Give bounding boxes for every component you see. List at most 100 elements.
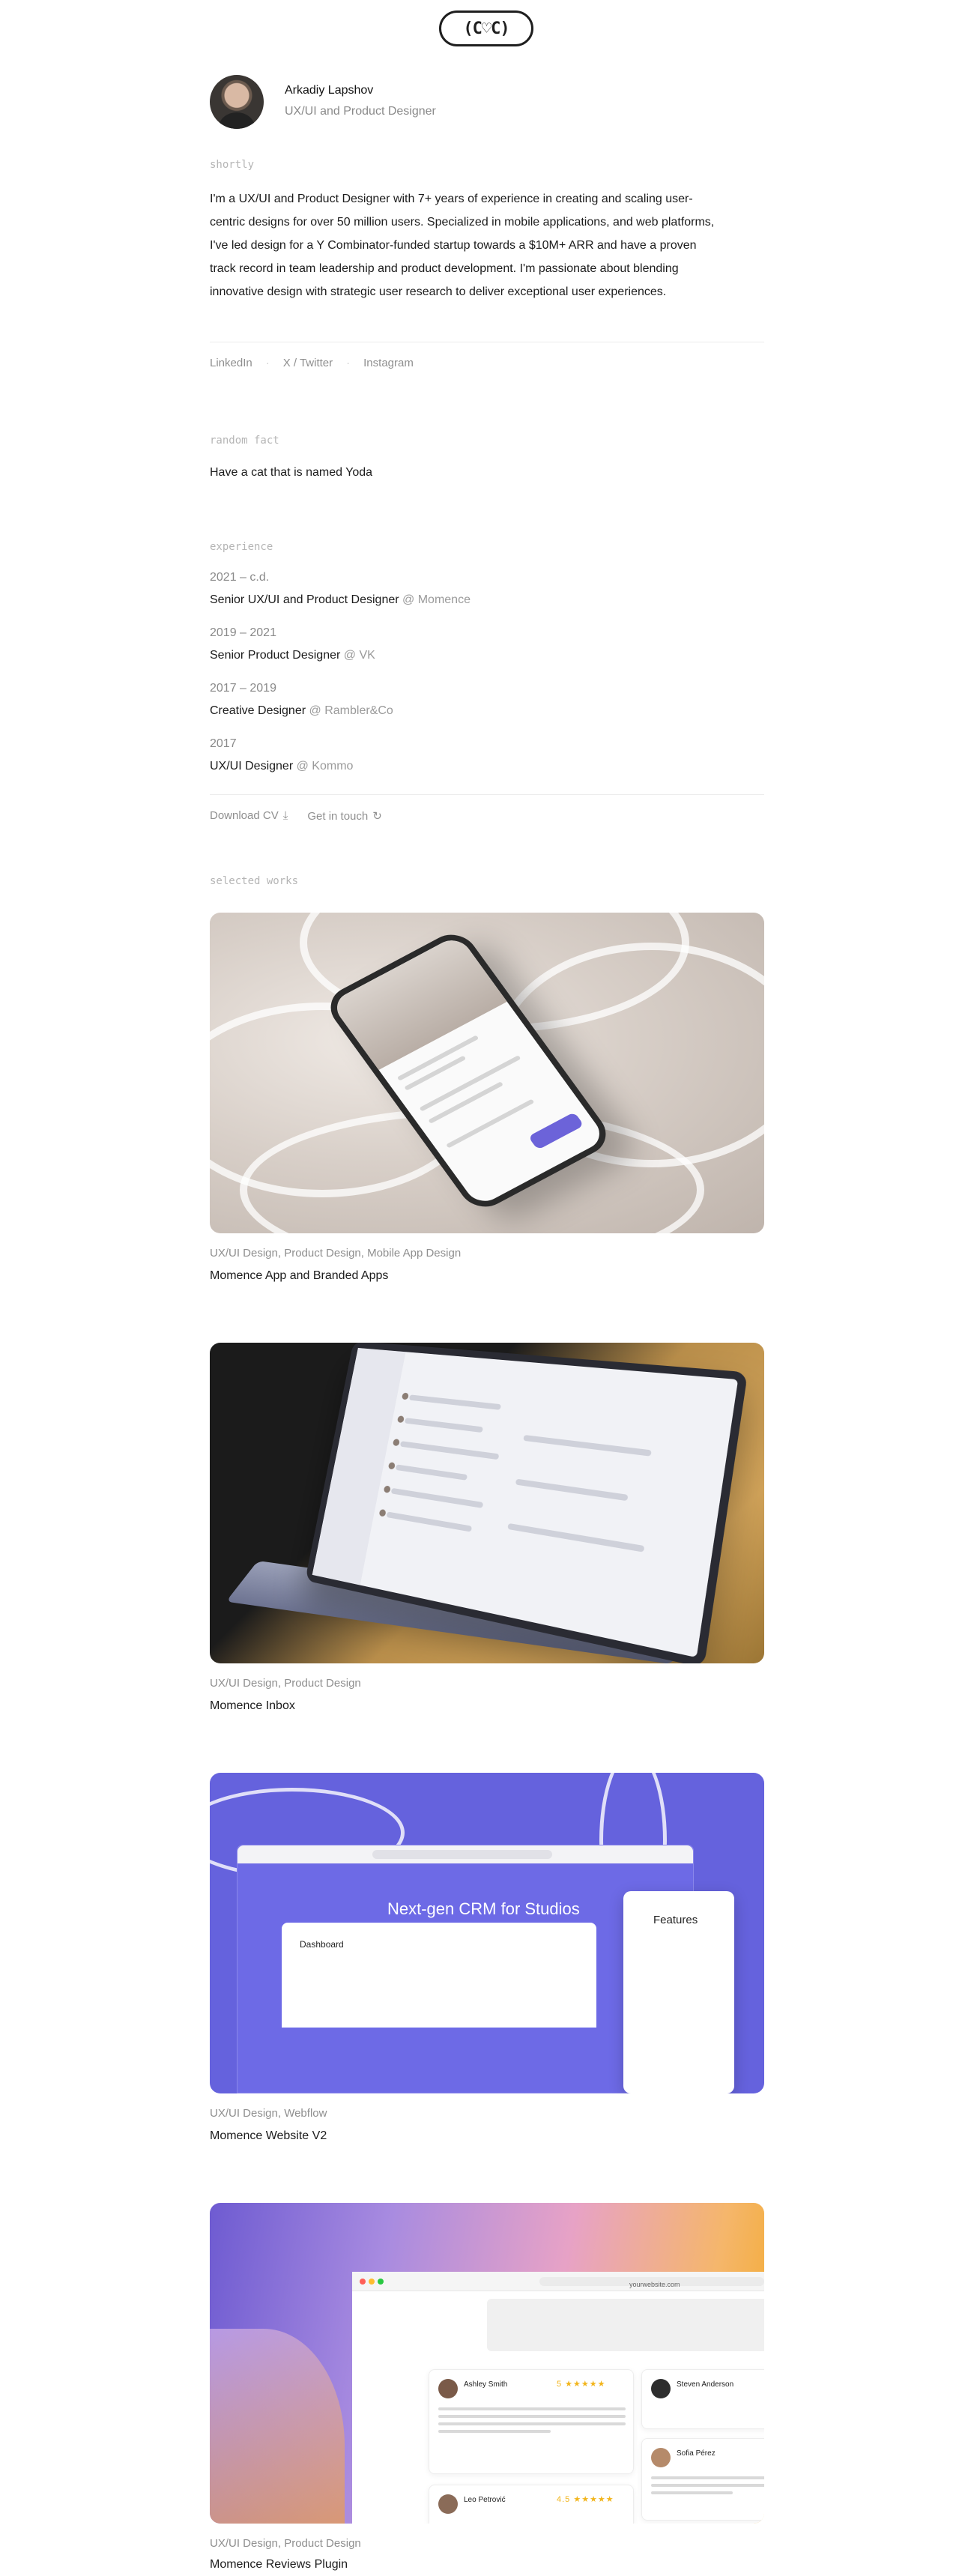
browser-url-bar: yourwebsite.com: [539, 2277, 764, 2288]
section-label-selected-works: selected works: [210, 875, 299, 887]
separator: ·: [265, 357, 270, 369]
cta-links: Download CV ⤓ Get in touch ↻: [210, 809, 382, 823]
job-company: @ Kommo: [296, 760, 354, 773]
decor-blob: [210, 2329, 345, 2524]
review-card: Steven Anderson: [641, 2369, 764, 2429]
review-text: [438, 2407, 626, 2437]
inbox-row: [390, 1487, 484, 1508]
inbox-row: [399, 1441, 500, 1460]
section-label-shortly: shortly: [210, 159, 255, 171]
job-title: Creative Designer @ Rambler&Co: [210, 704, 393, 718]
window-close-dot: [360, 2279, 366, 2285]
inbox-row: [404, 1418, 483, 1433]
download-cv-label: Download CV: [210, 809, 279, 822]
reviewer-avatar: [651, 2379, 671, 2398]
rating-stars: 5 ★★★★★: [557, 2380, 606, 2389]
website-headline: Next-gen CRM for Studios: [387, 1899, 580, 1918]
job-title: Senior UX/UI and Product Designer @ Mome…: [210, 593, 471, 607]
job-role: Creative Designer: [210, 704, 306, 717]
reviewer-name: Leo Petrović: [464, 2496, 506, 2504]
inbox-row: [408, 1394, 502, 1410]
inbox-avatar: [401, 1392, 409, 1400]
job-years: 2017: [210, 737, 237, 750]
browser-url-bar: [372, 1850, 552, 1859]
inbox-avatar: [392, 1439, 400, 1447]
job-role: UX/UI Designer: [210, 760, 294, 773]
work-title[interactable]: Momence Inbox: [210, 1699, 295, 1713]
inbox-row: [386, 1511, 473, 1532]
job-company: @ Rambler&Co: [309, 704, 393, 717]
site-logo[interactable]: (C♡C): [439, 10, 533, 46]
work-tags: UX/UI Design, Product Design, Mobile App…: [210, 1247, 462, 1260]
reviewer-name: Ashley Smith: [464, 2380, 508, 2389]
reviewer-avatar: [651, 2448, 671, 2467]
bio-text: I'm a UX/UI and Product Designer with 7+…: [210, 193, 715, 298]
social-links: LinkedIn · X / Twitter · Instagram: [210, 357, 414, 369]
inbox-avatar: [383, 1485, 391, 1493]
work-title[interactable]: Momence Website V2: [210, 2129, 327, 2143]
message-line: [507, 1523, 645, 1552]
job-title: Senior Product Designer @ VK: [210, 649, 375, 662]
window-max-dot: [378, 2279, 384, 2285]
download-icon: ⤓: [282, 809, 288, 822]
dashboard-mockup: Dashboard: [282, 1923, 596, 2028]
get-in-touch-link[interactable]: Get in touch ↻: [307, 809, 381, 823]
job-years: 2017 – 2019: [210, 682, 276, 695]
profile-role: UX/UI and Product Designer: [285, 105, 436, 118]
section-label-experience: experience: [210, 541, 273, 553]
divider: [210, 794, 764, 795]
work-card-momence-website[interactable]: Next-gen CRM for Studios Dashboard Featu…: [210, 1773, 764, 2093]
avatar: [210, 75, 264, 129]
profile-name: Arkadiy Lapshov: [285, 84, 374, 97]
rating-stars: 4.5 ★★★★★: [557, 2495, 614, 2504]
phone-book-button: [527, 1111, 584, 1150]
content-placeholder: [487, 2299, 764, 2351]
job-years: 2019 – 2021: [210, 626, 276, 639]
job-company: @ VK: [343, 649, 375, 662]
work-tags: UX/UI Design, Webflow: [210, 2107, 327, 2120]
window-min-dot: [369, 2279, 375, 2285]
work-title[interactable]: Momence App and Branded Apps: [210, 1269, 388, 1283]
twitter-link[interactable]: X / Twitter: [283, 357, 333, 369]
reviewer-name: Sofia Pérez: [677, 2449, 716, 2458]
linkedin-link[interactable]: LinkedIn: [210, 357, 252, 369]
reviewer-name: Steven Anderson: [677, 2380, 734, 2389]
work-card-momence-app[interactable]: [210, 913, 764, 1233]
get-in-touch-label: Get in touch: [307, 810, 369, 823]
download-cv-link[interactable]: Download CV ⤓: [210, 809, 288, 823]
random-fact-text: Have a cat that is named Yoda: [210, 466, 373, 479]
job-company: @ Momence: [402, 593, 471, 606]
refresh-arrow-icon: ↻: [372, 810, 382, 823]
work-card-momence-inbox[interactable]: [210, 1343, 764, 1663]
work-card-momence-reviews[interactable]: yourwebsite.com Ashley Smith 5 ★★★★★ Ste…: [210, 2203, 764, 2524]
review-card: Ashley Smith 5 ★★★★★: [429, 2369, 634, 2474]
review-text: [651, 2476, 764, 2499]
job-role: Senior Product Designer: [210, 649, 341, 662]
inbox-avatar: [387, 1462, 396, 1470]
work-tags: UX/UI Design, Product Design: [210, 2537, 361, 2550]
message-line: [523, 1434, 652, 1457]
section-label-random-fact: random fact: [210, 435, 279, 447]
separator: ·: [346, 357, 351, 369]
logo-text: (C♡C): [463, 19, 509, 38]
phone-text-line: [419, 1055, 521, 1112]
features-title: Features: [653, 1914, 698, 1926]
dashboard-title: Dashboard: [300, 1939, 344, 1950]
features-panel: Features: [623, 1891, 734, 2093]
reviewer-avatar: [438, 2494, 458, 2514]
job-role: Senior UX/UI and Product Designer: [210, 593, 399, 606]
work-title[interactable]: Momence Reviews Plugin: [210, 2558, 348, 2572]
job-years: 2021 – c.d.: [210, 571, 270, 584]
message-line: [515, 1478, 629, 1502]
review-card: Sofia Pérez: [641, 2438, 764, 2521]
instagram-link[interactable]: Instagram: [363, 357, 414, 369]
job-title: UX/UI Designer @ Kommo: [210, 760, 353, 773]
work-tags: UX/UI Design, Product Design: [210, 1677, 361, 1690]
inbox-avatar: [378, 1508, 387, 1517]
reviewer-avatar: [438, 2379, 458, 2398]
browser-url-text: yourwebsite.com: [629, 2281, 680, 2288]
rating-value: 4.5: [557, 2495, 571, 2504]
review-card: Leo Petrović 4.5 ★★★★★: [429, 2485, 634, 2524]
inbox-avatar: [396, 1415, 405, 1424]
inbox-row: [395, 1464, 468, 1481]
